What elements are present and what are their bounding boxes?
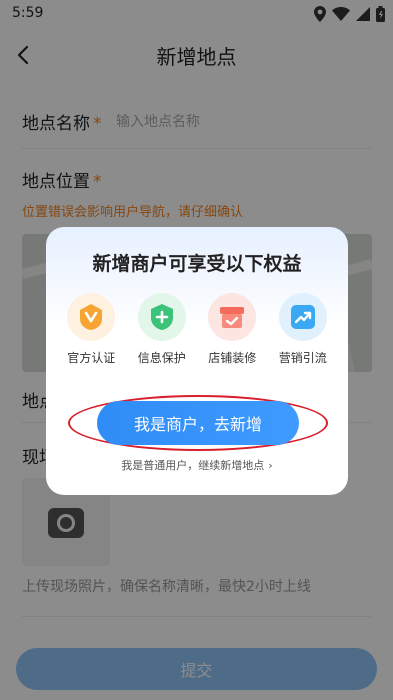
continue-as-user-label: 我是普通用户，继续新增地点: [121, 459, 265, 472]
merchant-benefits-dialog: 新增商户可享受以下权益 官方认证 信息保护 店铺装修 营销引流 我是商户，去新增…: [46, 227, 348, 495]
benefit-label: 信息保护: [137, 351, 186, 365]
benefit-label: 官方认证: [67, 351, 116, 365]
continue-as-user-link[interactable]: 我是普通用户，继续新增地点 ›: [46, 457, 348, 473]
trend-up-icon: [278, 293, 327, 341]
shield-plus-icon: [137, 293, 186, 341]
benefits-list: 官方认证 信息保护 店铺装修 营销引流: [56, 293, 338, 366]
chevron-right-icon: ›: [268, 459, 273, 472]
dialog-heading: 新增商户可享受以下权益: [92, 253, 302, 275]
benefit-store-decoration: 店铺装修: [197, 293, 267, 366]
benefit-label: 营销引流: [278, 351, 327, 365]
merchant-add-button[interactable]: 我是商户，去新增: [97, 401, 299, 445]
primary-button-wrap: 我是商户，去新增: [68, 395, 328, 451]
benefit-marketing: 营销引流: [268, 293, 338, 366]
benefit-label: 店铺装修: [208, 351, 257, 365]
benefit-official-certification: 官方认证: [56, 293, 126, 366]
benefit-info-protection: 信息保护: [127, 293, 197, 366]
store-icon: [208, 293, 257, 341]
verified-badge-icon: [67, 293, 116, 341]
